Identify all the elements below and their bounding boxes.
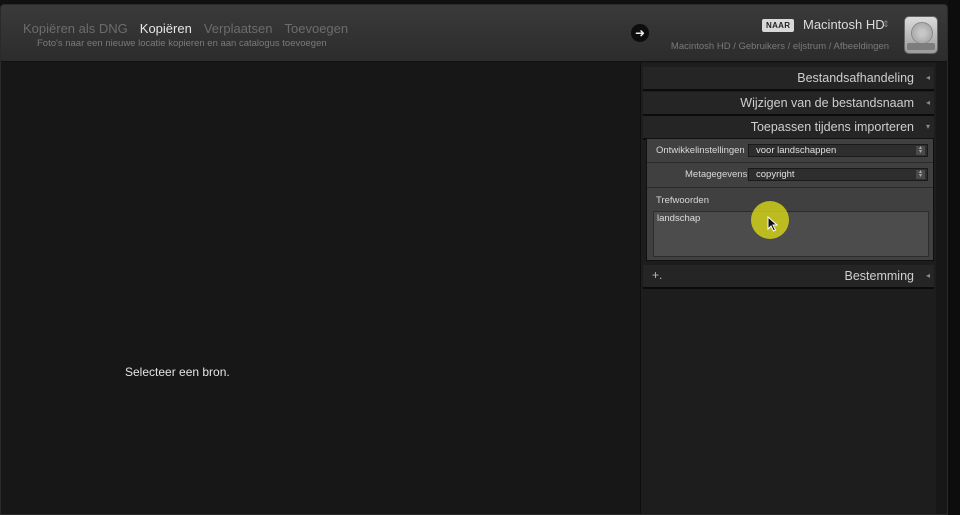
mouse-pointer-icon bbox=[767, 216, 779, 232]
to-badge: NAAR bbox=[762, 19, 795, 32]
mode-move[interactable]: Verplaatsen bbox=[204, 21, 273, 36]
destination-path: Macintosh HD / Gebruikers / eljstrum / A… bbox=[670, 41, 889, 52]
window-edge bbox=[948, 0, 960, 515]
keywords-label: Trefwoorden bbox=[656, 195, 709, 206]
stepper-icon: ▴ ▾ bbox=[916, 169, 925, 179]
collapse-triangle-icon[interactable]: ◂ bbox=[926, 73, 930, 82]
mode-description: Foto's naar een nieuwe locatie kopieren … bbox=[37, 38, 327, 49]
metadata-value: copyright bbox=[756, 169, 795, 180]
metadata-label: Metagegevens bbox=[685, 169, 748, 180]
section-title: Toepassen tijdens importeren bbox=[750, 120, 914, 134]
mode-add[interactable]: Toevoegen bbox=[285, 21, 349, 36]
stepper-icon: ▴ ▾ bbox=[916, 145, 925, 155]
metadata-select[interactable]: copyright ▴ ▾ bbox=[748, 168, 928, 181]
import-mode-bar: Kopiëren als DNG Kopiëren Verplaatsen To… bbox=[23, 21, 348, 36]
section-rename[interactable]: Wijzigen van de bestandsnaam ◂ bbox=[643, 92, 934, 116]
destination-selector[interactable]: Macintosh HD bbox=[803, 17, 885, 32]
section-file-handling[interactable]: Bestandsafhandeling ◂ bbox=[643, 67, 934, 91]
divider bbox=[647, 187, 933, 188]
develop-settings-label: Ontwikkelinstellingen bbox=[656, 145, 745, 156]
empty-source-message: Selecteer een bron. bbox=[125, 365, 230, 379]
grid-area: Selecteer een bron. bbox=[1, 63, 639, 514]
divider bbox=[647, 162, 933, 163]
keywords-field[interactable]: landschap bbox=[653, 211, 929, 257]
mode-copy[interactable]: Kopiëren bbox=[140, 21, 192, 36]
section-title: Bestandsafhandeling bbox=[797, 71, 914, 85]
expand-triangle-icon[interactable]: ▾ bbox=[926, 122, 930, 131]
right-panel: Bestandsafhandeling ◂ Wijzigen van de be… bbox=[640, 63, 936, 514]
develop-settings-select[interactable]: voor landschappen ▴ ▾ bbox=[748, 144, 928, 157]
section-title: Wijzigen van de bestandsnaam bbox=[740, 96, 914, 110]
section-apply-during-import[interactable]: Toepassen tijdens importeren ▾ bbox=[643, 116, 934, 140]
develop-settings-value: voor landschappen bbox=[756, 145, 837, 156]
add-folder-icon[interactable]: +. bbox=[652, 268, 662, 282]
section-destination[interactable]: +. Bestemming ◂ bbox=[643, 265, 934, 289]
apply-during-import-body: Ontwikkelinstellingen voor landschappen … bbox=[646, 138, 934, 261]
import-window: Kopiëren als DNG Kopiëren Verplaatsen To… bbox=[0, 4, 948, 515]
hard-drive-icon bbox=[904, 16, 938, 54]
chevron-updown-icon[interactable]: ⇕ bbox=[882, 19, 890, 30]
collapse-triangle-icon[interactable]: ◂ bbox=[926, 271, 930, 280]
import-header: Kopiëren als DNG Kopiëren Verplaatsen To… bbox=[1, 5, 947, 62]
section-title: Bestemming bbox=[844, 269, 914, 283]
mode-copy-as-dng[interactable]: Kopiëren als DNG bbox=[23, 21, 128, 36]
arrow-right-icon[interactable]: ➜ bbox=[631, 24, 649, 42]
collapse-triangle-icon[interactable]: ◂ bbox=[926, 98, 930, 107]
